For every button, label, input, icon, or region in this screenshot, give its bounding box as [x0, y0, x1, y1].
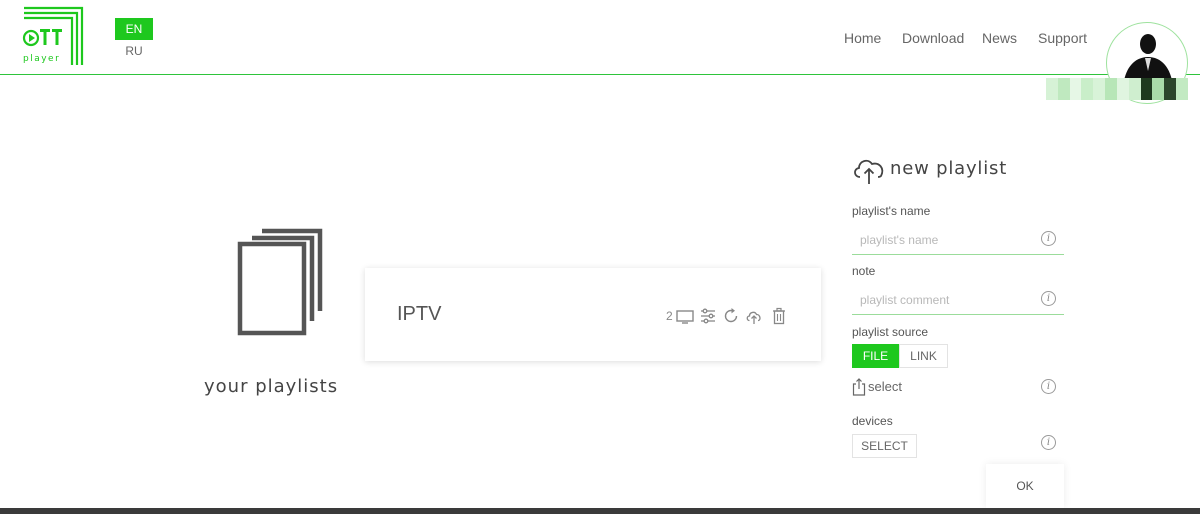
info-icon[interactable]: i	[1041, 291, 1056, 306]
refresh-icon[interactable]	[722, 307, 740, 325]
devices-label: devices	[852, 414, 893, 428]
name-field[interactable]	[852, 228, 1064, 255]
form-title: new playlist	[890, 158, 1008, 179]
share-upload-icon	[852, 378, 866, 396]
playlist-card[interactable]: IPTV 2	[365, 268, 821, 361]
logo-subtext: player	[23, 54, 60, 64]
info-icon[interactable]: i	[1041, 435, 1056, 450]
ott-player-logo[interactable]: player	[20, 5, 86, 69]
info-icon[interactable]: i	[1041, 379, 1056, 394]
source-label: playlist source	[852, 325, 929, 339]
playlist-name: IPTV	[397, 303, 442, 325]
nav-home[interactable]: Home	[844, 30, 881, 46]
name-input[interactable]	[860, 228, 1040, 252]
lang-ru-button[interactable]: RU	[115, 44, 153, 58]
note-label: note	[852, 264, 876, 278]
trash-icon[interactable]	[770, 307, 788, 325]
cloud-upload-icon[interactable]	[745, 307, 763, 325]
note-input[interactable]	[860, 288, 1040, 312]
info-icon[interactable]: i	[1041, 231, 1056, 246]
playlists-icon	[237, 228, 323, 336]
name-label: playlist's name	[852, 204, 931, 218]
username-pixelated	[1046, 78, 1188, 100]
device-count: 2	[666, 309, 673, 323]
source-file-button[interactable]: FILE	[852, 344, 899, 368]
nav-support[interactable]: Support	[1038, 30, 1087, 46]
lang-en-button[interactable]: EN	[115, 18, 153, 40]
source-link-button[interactable]: LINK	[899, 344, 948, 368]
note-field[interactable]	[852, 288, 1064, 315]
cloud-upload-icon	[854, 159, 884, 184]
devices-select-button[interactable]: SELECT	[852, 434, 917, 458]
bottom-bar	[0, 508, 1200, 514]
settings-sliders-icon[interactable]	[699, 307, 717, 325]
your-playlists-caption: your playlists	[204, 376, 339, 397]
nav-download[interactable]: Download	[902, 30, 964, 46]
monitor-icon[interactable]	[676, 307, 694, 325]
ok-button[interactable]: OK	[986, 464, 1064, 508]
select-label: select	[868, 379, 902, 394]
header: player EN RU Home Download News Support	[0, 0, 1200, 75]
nav-news[interactable]: News	[982, 30, 1017, 46]
